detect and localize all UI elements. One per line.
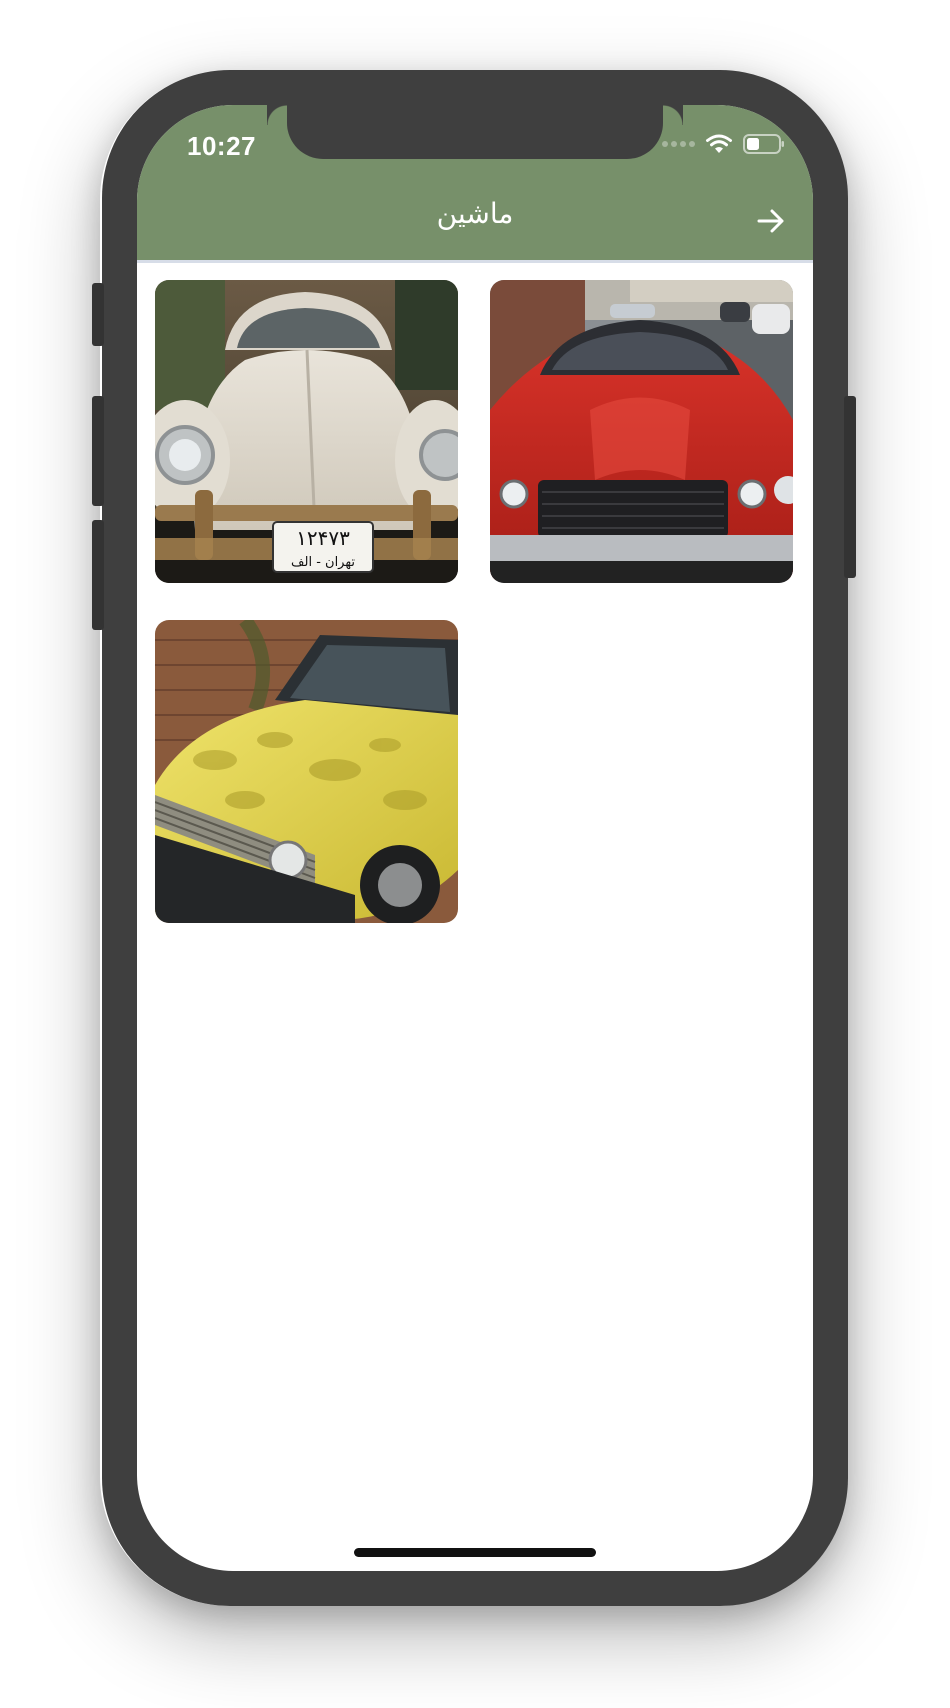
arrow-right-icon[interactable] (755, 205, 787, 237)
volume-down-button (92, 520, 104, 630)
power-button (844, 396, 856, 578)
status-time: 10:27 (187, 131, 256, 161)
yellow-paykan-photo (155, 620, 458, 923)
photo-tile[interactable] (155, 620, 458, 923)
app-bar: 10:27 ماشین (137, 105, 813, 263)
cellular-signal-icon (662, 141, 695, 147)
screen: 10:27 ماشین ۱۲۴۷۳ تهران - الف (137, 105, 813, 1571)
photo-tile[interactable]: ۱۲۴۷۳ تهران - الف (155, 280, 458, 583)
mute-switch (92, 283, 104, 346)
red-camaro-photo (490, 280, 793, 583)
battery-icon (743, 134, 784, 154)
home-indicator[interactable] (354, 1548, 596, 1557)
photo-tile[interactable] (490, 280, 793, 583)
status-icons (662, 133, 785, 155)
wifi-icon (706, 134, 732, 153)
plate-city: تهران - الف (291, 555, 355, 570)
page-title: ماشین (436, 197, 514, 230)
device-mockup: 10:27 ماشین ۱۲۴۷۳ تهران - الف (0, 0, 950, 1708)
plate-number: ۱۲۴۷۳ (296, 526, 350, 550)
notch (287, 105, 663, 159)
volume-up-button (92, 396, 104, 506)
white-beetle-photo: ۱۲۴۷۳ تهران - الف (155, 280, 458, 583)
